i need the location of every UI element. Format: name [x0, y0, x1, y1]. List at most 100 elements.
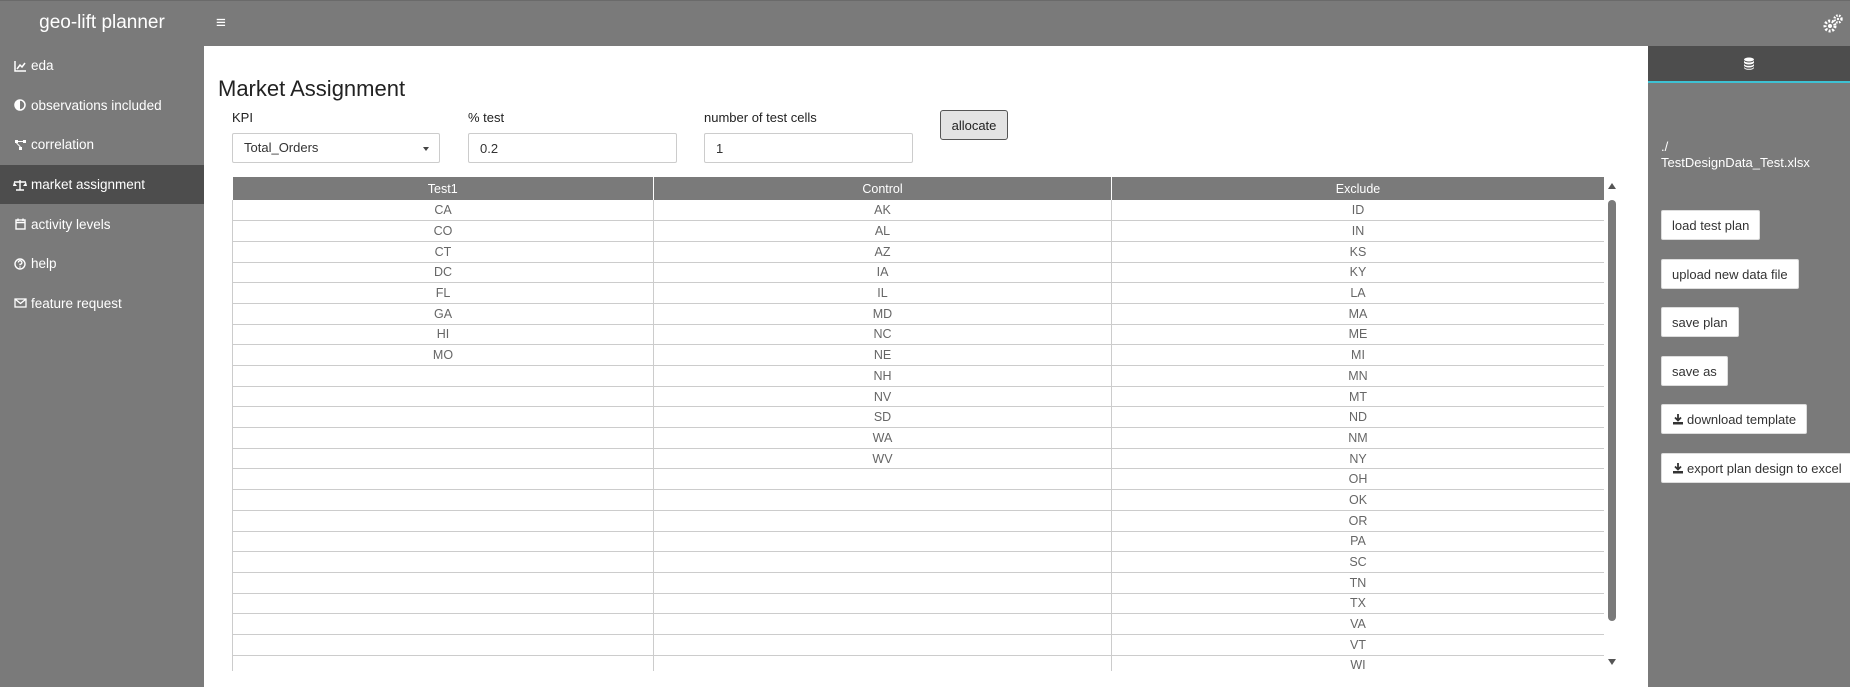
table-cell[interactable]: CO: [232, 220, 654, 242]
table-cell[interactable]: MI: [1111, 344, 1605, 366]
table-cell[interactable]: WI: [1111, 655, 1605, 671]
download-template-button[interactable]: download template: [1661, 404, 1808, 434]
table-cell[interactable]: [653, 593, 1112, 615]
table-cell[interactable]: MO: [232, 344, 654, 366]
sidebar-item-activity-levels[interactable]: activity levels: [0, 204, 204, 244]
load-test-plan-button[interactable]: load test plan: [1661, 210, 1761, 240]
table-cell[interactable]: CT: [232, 241, 654, 263]
table-cell[interactable]: [232, 489, 654, 511]
table-cell[interactable]: ME: [1111, 324, 1605, 346]
table-row[interactable]: OR: [232, 510, 1605, 532]
column-header-test1[interactable]: Test1: [232, 177, 654, 200]
scrollbar-thumb[interactable]: [1608, 200, 1616, 621]
table-cell[interactable]: FL: [232, 282, 654, 304]
table-cell[interactable]: GA: [232, 303, 654, 325]
table-cell[interactable]: SC: [1111, 551, 1605, 573]
table-row[interactable]: WV NY: [232, 448, 1605, 470]
table-cell[interactable]: ID: [1111, 200, 1605, 222]
table-cell[interactable]: [653, 613, 1112, 635]
table-row[interactable]: WI: [232, 655, 1605, 671]
table-cell[interactable]: MA: [1111, 303, 1605, 325]
table-row[interactable]: CT AZ KS: [232, 241, 1605, 263]
table-cell[interactable]: TX: [1111, 593, 1605, 615]
table-cell[interactable]: MD: [653, 303, 1112, 325]
gears-icon[interactable]: [1822, 13, 1844, 35]
table-row[interactable]: SC: [232, 551, 1605, 573]
table-cell[interactable]: MN: [1111, 365, 1605, 387]
table-cell[interactable]: [232, 386, 654, 408]
table-cell[interactable]: MT: [1111, 386, 1605, 408]
table-cell[interactable]: LA: [1111, 282, 1605, 304]
table-cell[interactable]: [653, 634, 1112, 656]
sidebar-item-help[interactable]: help: [0, 244, 204, 284]
table-cell[interactable]: WV: [653, 448, 1112, 470]
table-cell[interactable]: CA: [232, 200, 654, 222]
sidebar-item-eda[interactable]: eda: [0, 46, 204, 86]
table-cell[interactable]: [653, 572, 1112, 594]
table-cell[interactable]: VA: [1111, 613, 1605, 635]
table-row[interactable]: TX: [232, 593, 1605, 615]
table-cell[interactable]: [232, 510, 654, 532]
table-cell[interactable]: [232, 468, 654, 491]
save-plan-button[interactable]: save plan: [1661, 307, 1739, 337]
table-row[interactable]: VA: [232, 613, 1605, 635]
table-cell[interactable]: VT: [1111, 634, 1605, 656]
table-cell[interactable]: IA: [653, 262, 1112, 284]
table-cell[interactable]: IL: [653, 282, 1112, 304]
table-row[interactable]: DC IA KY: [232, 262, 1605, 284]
table-cell[interactable]: [232, 531, 654, 553]
table-row[interactable]: NV MT: [232, 386, 1605, 408]
table-cell[interactable]: [232, 406, 654, 429]
table-cell[interactable]: OH: [1111, 468, 1605, 491]
table-cell[interactable]: [653, 489, 1112, 511]
table-cell[interactable]: DC: [232, 262, 654, 284]
table-row[interactable]: MO NE MI: [232, 344, 1605, 366]
table-row[interactable]: PA: [232, 531, 1605, 553]
table-cell[interactable]: [232, 427, 654, 449]
table-row[interactable]: WA NM: [232, 427, 1605, 449]
table-cell[interactable]: [232, 365, 654, 387]
table-cell[interactable]: OR: [1111, 510, 1605, 532]
table-cell[interactable]: [232, 572, 654, 594]
table-cell[interactable]: AZ: [653, 241, 1112, 263]
pct-test-input[interactable]: [468, 133, 677, 163]
table-cell[interactable]: NY: [1111, 448, 1605, 470]
sidebar-item-observations-included[interactable]: observations included: [0, 86, 204, 126]
table-cell[interactable]: KY: [1111, 262, 1605, 284]
table-cell[interactable]: NH: [653, 365, 1112, 387]
table-cell[interactable]: [653, 468, 1112, 491]
table-cell[interactable]: NC: [653, 324, 1112, 346]
table-cell[interactable]: NE: [653, 344, 1112, 366]
table-row[interactable]: HI NC ME: [232, 324, 1605, 346]
table-row[interactable]: CO AL IN: [232, 220, 1605, 242]
table-cell[interactable]: ND: [1111, 406, 1605, 429]
sidebar-item-feature-request[interactable]: feature request: [0, 284, 204, 324]
table-cell[interactable]: TN: [1111, 572, 1605, 594]
num-cells-input[interactable]: [704, 133, 913, 163]
table-cell[interactable]: [232, 613, 654, 635]
table-row[interactable]: FL IL LA: [232, 282, 1605, 304]
table-cell[interactable]: OK: [1111, 489, 1605, 511]
table-scrollbar[interactable]: [1604, 177, 1622, 671]
table-cell[interactable]: [232, 448, 654, 470]
table-cell[interactable]: NM: [1111, 427, 1605, 449]
table-cell[interactable]: [232, 593, 654, 615]
table-cell[interactable]: [653, 531, 1112, 553]
table-cell[interactable]: WA: [653, 427, 1112, 449]
table-cell[interactable]: IN: [1111, 220, 1605, 242]
table-cell[interactable]: SD: [653, 406, 1112, 429]
scroll-down-arrow-icon[interactable]: [1608, 659, 1616, 665]
scroll-up-arrow-icon[interactable]: [1608, 183, 1616, 189]
column-header-exclude[interactable]: Exclude: [1111, 177, 1605, 200]
allocate-button[interactable]: allocate: [940, 110, 1008, 140]
table-cell[interactable]: KS: [1111, 241, 1605, 263]
sidebar-item-correlation[interactable]: correlation: [0, 125, 204, 165]
save-as-button[interactable]: save as: [1661, 356, 1728, 386]
table-row[interactable]: OK: [232, 489, 1605, 511]
table-row[interactable]: VT: [232, 634, 1605, 656]
export-plan-button[interactable]: export plan design to excel: [1661, 453, 1850, 483]
table-cell[interactable]: [653, 510, 1112, 532]
kpi-select[interactable]: Total_Orders: [232, 133, 440, 163]
table-cell[interactable]: [232, 551, 654, 573]
table-cell[interactable]: [653, 551, 1112, 573]
